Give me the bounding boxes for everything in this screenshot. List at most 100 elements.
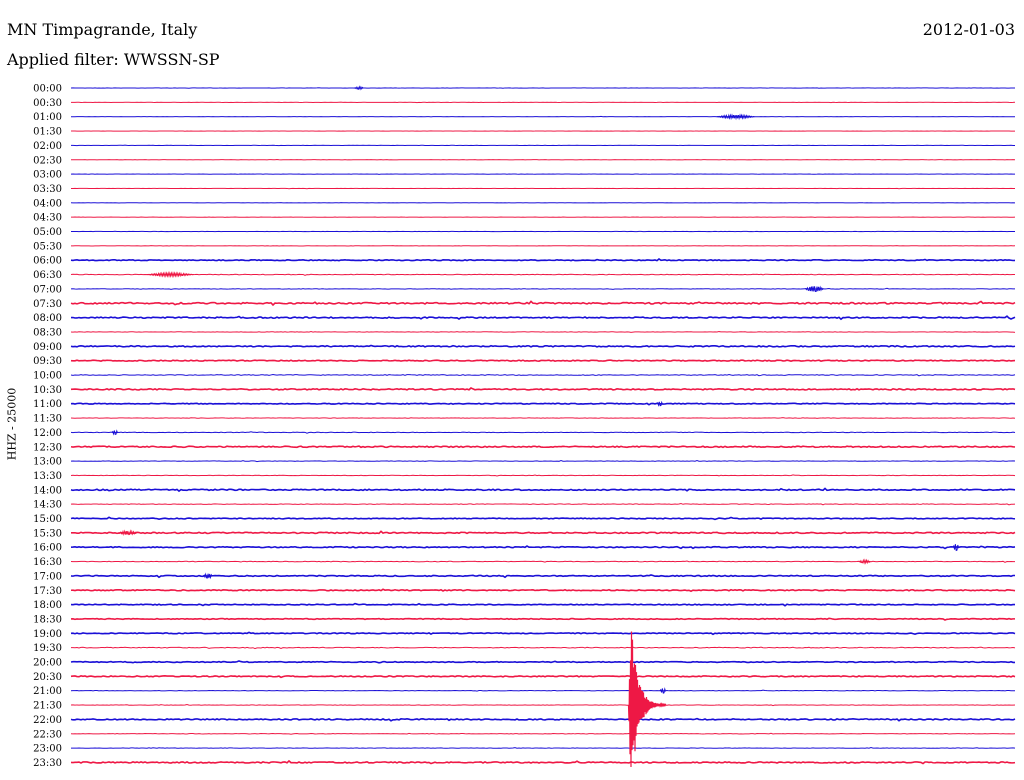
trace-row-0730 [70,300,1016,307]
row-label: 14:00 [33,485,62,496]
seismic-event [659,687,667,694]
seismic-traces [70,85,1016,768]
trace-row-1330 [70,474,1016,477]
trace-row-1630 [70,560,1015,563]
row-label: 08:30 [33,327,62,338]
row-label: 07:30 [33,299,62,310]
row-label: 06:00 [33,256,62,267]
row-label: 00:30 [33,98,62,109]
trace-row-1900 [70,631,1016,636]
row-label: 02:00 [33,141,62,152]
row-labels: 00:00 00:30 01:00 01:30 02:00 02:30 03:00 03:30… [33,84,62,769]
trace-row-2030 [70,675,1016,679]
trace-row-1130 [70,417,1016,419]
row-label: 02:30 [33,155,62,166]
trace-row-0000 [70,87,1016,89]
seismic-event [952,544,960,552]
trace-row-1830 [70,617,1016,621]
row-label: 18:30 [33,614,62,625]
trace-row-1530 [70,530,1016,535]
trace-row-0900 [70,344,1016,348]
trace-row-1600 [70,545,1016,550]
row-label: 21:00 [33,686,62,697]
trace-row-2230 [70,732,1016,735]
row-label: 16:30 [33,557,62,568]
row-label: 18:00 [33,600,62,611]
trace-row-1230 [70,445,1016,449]
trace-row-1400 [70,487,1016,493]
row-label: 15:00 [33,514,62,525]
trace-row-1200 [70,431,1016,434]
row-label: 11:00 [33,399,62,410]
row-label: 22:00 [33,715,62,726]
trace-row-2300 [70,747,1016,749]
row-label: 10:00 [33,371,62,382]
row-label: 17:00 [33,571,62,582]
row-label: 12:00 [33,428,62,439]
row-label: 03:00 [33,170,62,181]
seismic-event [118,529,137,537]
row-label: 06:30 [33,270,62,281]
trace-row-0830 [70,330,1016,333]
trace-row-1030 [70,387,1016,391]
trace-row-0700 [70,287,1016,290]
seismic-event [354,85,364,91]
trace-row-2200 [70,717,1016,722]
trace-row-1730 [70,588,1016,593]
row-label: 20:30 [33,672,62,683]
trace-row-2000 [70,660,1016,664]
trace-row-1430 [70,502,1016,506]
row-label: 17:30 [33,586,62,597]
row-label: 00:00 [33,84,62,95]
seismic-event [146,271,194,278]
row-label: 08:00 [33,313,62,324]
trace-row-1500 [70,516,1016,521]
row-label: 23:30 [33,758,62,769]
row-label: 01:30 [33,127,62,138]
trace-row-2130 [70,703,1016,707]
row-label: 11:30 [33,414,62,425]
seismic-event [656,400,663,407]
helicorder-plot: 00:00 00:30 01:00 01:30 02:00 02:30 03:00 03:30… [33,84,1016,769]
row-label: 22:30 [33,729,62,740]
trace-row-0800 [70,315,1016,321]
row-label: 14:30 [33,500,62,511]
seismic-event [716,113,755,121]
trace-row-1700 [70,574,1015,579]
trace-row-0600 [70,258,1016,262]
row-label: 09:30 [33,356,62,367]
row-label: 05:30 [33,241,62,252]
row-label: 04:00 [33,198,62,209]
seismic-event [203,572,213,580]
row-label: 04:30 [33,213,62,224]
row-label: 15:30 [33,528,62,539]
trace-row-1800 [70,602,1016,607]
row-label: 01:00 [33,112,62,123]
trace-row-0300 [70,173,1016,175]
seismic-event [111,429,118,436]
row-label: 23:00 [33,744,62,755]
trace-row-1000 [70,373,1016,377]
seismic-event [804,285,824,293]
row-label: 13:30 [33,471,62,482]
row-label: 03:30 [33,184,62,195]
row-label: 05:00 [33,227,62,238]
large-earthquake-event [627,631,667,768]
trace-row-0030 [70,101,1016,104]
seismic-event [858,558,871,565]
row-label: 21:30 [33,701,62,712]
row-label: 07:00 [33,284,62,295]
row-label: 16:00 [33,543,62,554]
trace-row-0630 [70,273,1016,276]
row-label: 12:30 [33,442,62,453]
row-label: 10:30 [33,385,62,396]
row-label: 20:00 [33,658,62,669]
row-label: 19:30 [33,643,62,654]
trace-row-1930 [70,646,1016,650]
trace-row-2330 [70,759,1016,765]
trace-row-1100 [70,402,1016,406]
row-label: 09:00 [33,342,62,353]
trace-row-0930 [70,359,1016,362]
trace-row-2100 [70,689,1016,692]
trace-row-1300 [70,459,1016,463]
